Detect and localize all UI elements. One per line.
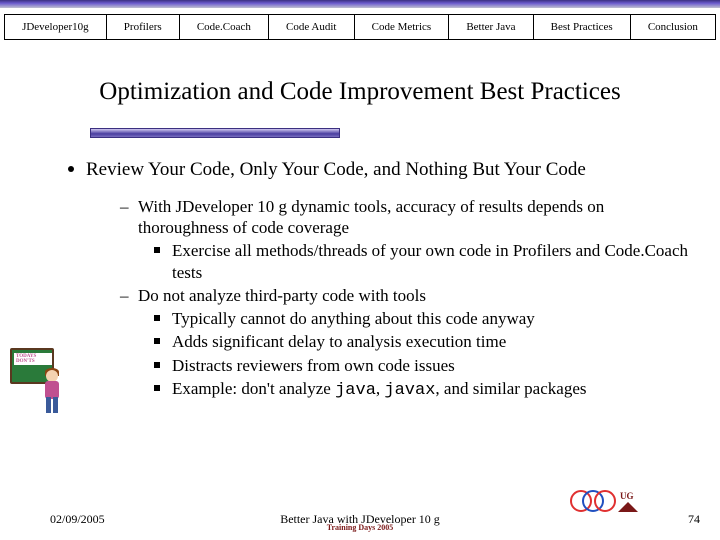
tab-best-practices[interactable]: Best Practices: [534, 15, 631, 39]
slide-body: Review Your Code, Only Your Code, and No…: [60, 158, 690, 401]
square-item: Exercise all methods/threads of your own…: [138, 240, 690, 283]
tab-better-java[interactable]: Better Java: [449, 15, 533, 39]
slide-title: Optimization and Code Improvement Best P…: [0, 78, 720, 106]
top-gradient-bar: [0, 0, 720, 8]
sub-bullets: With JDeveloper 10 g dynamic tools, accu…: [120, 196, 690, 401]
square-item: Typically cannot do anything about this …: [138, 308, 690, 329]
bullet-level-1: Review Your Code, Only Your Code, and No…: [60, 158, 690, 182]
code-javax: javax: [384, 381, 435, 400]
square-item: Adds significant delay to analysis execu…: [138, 331, 690, 352]
bullet-main-text: Review Your Code, Only Your Code, and No…: [86, 159, 586, 180]
square-item: Example: don't analyze java, javax, and …: [138, 378, 690, 401]
tab-codecoach[interactable]: Code.Coach: [180, 15, 269, 39]
dash-item: Do not analyze third-party code with too…: [120, 285, 690, 306]
dash-item: With JDeveloper 10 g dynamic tools, accu…: [120, 196, 690, 239]
tab-conclusion[interactable]: Conclusion: [631, 15, 715, 39]
tab-profilers[interactable]: Profilers: [107, 15, 180, 39]
tab-jdeveloper10g[interactable]: JDeveloper10g: [5, 15, 107, 39]
title-accent-bar: [90, 128, 340, 138]
mountain-icon: [618, 502, 638, 512]
tab-code-metrics[interactable]: Code Metrics: [355, 15, 450, 39]
code-java: java: [335, 381, 376, 400]
example-prefix: Example: don't analyze: [172, 379, 335, 398]
tab-code-audit[interactable]: Code Audit: [269, 15, 355, 39]
chalkboard-label: TODAYS DON'TS: [14, 353, 52, 365]
clipart-teacher: TODAYS DON'TS: [10, 340, 70, 420]
footer-subtitle: Training Days 2005: [0, 523, 720, 532]
ring-icon: [594, 490, 616, 512]
rmoug-logo: UG: [570, 490, 642, 518]
example-suffix: , and similar packages: [435, 379, 586, 398]
square-item: Distracts reviewers from own code issues: [138, 355, 690, 376]
logo-text: UG: [620, 492, 634, 501]
tab-bar: JDeveloper10g Profilers Code.Coach Code …: [4, 14, 716, 40]
bullet-dot-icon: [68, 166, 74, 172]
